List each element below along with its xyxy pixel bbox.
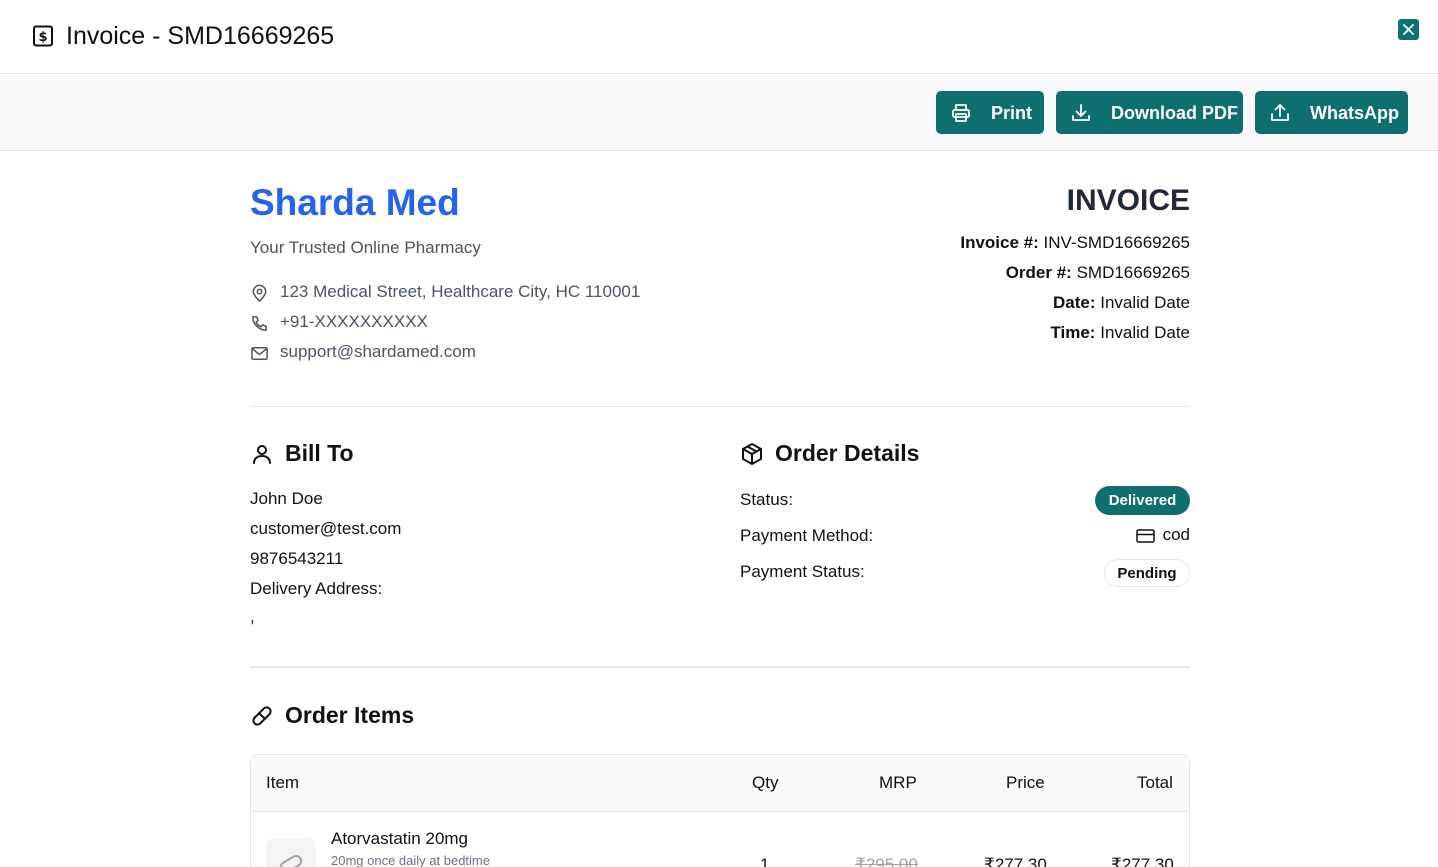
invoice-time: Time: Invalid Date bbox=[1050, 323, 1190, 343]
print-label: Print bbox=[991, 103, 1033, 123]
order-number-value: SMD16669265 bbox=[1076, 263, 1190, 282]
modal-title: Invoice - SMD16669265 bbox=[66, 22, 335, 50]
item-name: Atorvastatin 20mg bbox=[331, 829, 469, 848]
customer-name: John Doe bbox=[250, 489, 323, 508]
customer-phone: 9876543211 bbox=[250, 549, 344, 568]
column-header-total: Total bbox=[1137, 773, 1173, 792]
download-pdf-button[interactable]: Download PDF bbox=[1056, 91, 1243, 134]
payment-status-label: Payment Status: bbox=[740, 562, 865, 581]
order-number: Order #: SMD16669265 bbox=[1006, 263, 1190, 283]
invoice-heading: INVOICE bbox=[1066, 184, 1190, 217]
delivery-address-label: Delivery Address: bbox=[250, 579, 383, 598]
order-items-table: Item Qty MRP Price Total Atorvastatin 20… bbox=[250, 754, 1190, 867]
order-number-label: Order #: bbox=[1005, 263, 1072, 282]
table-header: Item Qty MRP Price Total bbox=[251, 755, 1189, 812]
invoice-modal: $ Invoice - SMD16669265 Print Download P… bbox=[0, 0, 1438, 867]
payment-method-label: Payment Method: bbox=[740, 526, 874, 545]
item-description: 20mg once daily at bedtime bbox=[331, 853, 490, 867]
section-divider bbox=[250, 666, 1190, 668]
pill-placeholder-icon bbox=[279, 855, 303, 867]
invoice-date-value: Invalid Date bbox=[1100, 293, 1190, 312]
item-mrp: ₹295.00 bbox=[855, 855, 918, 867]
pill-icon bbox=[252, 706, 272, 726]
invoice-number-label: Invoice #: bbox=[960, 233, 1039, 252]
credit-card-icon bbox=[1135, 529, 1155, 543]
download-icon bbox=[1072, 104, 1090, 121]
download-pdf-label: Download PDF bbox=[1111, 103, 1238, 123]
company-tagline: Your Trusted Online Pharmacy bbox=[250, 238, 481, 257]
company-name: Sharda Med bbox=[250, 182, 460, 223]
payment-method: cod bbox=[1135, 525, 1190, 547]
payment-status-badge: Pending bbox=[1104, 559, 1190, 587]
share-upload-icon bbox=[1271, 104, 1289, 121]
order-items-title: Order Items bbox=[285, 702, 415, 728]
print-button[interactable]: Print bbox=[936, 91, 1044, 134]
order-details-title: Order Details bbox=[775, 440, 920, 466]
invoice-date: Date: Invalid Date bbox=[1053, 293, 1190, 313]
invoice-date-label: Date: bbox=[1052, 293, 1096, 312]
item-qty: 1 bbox=[760, 855, 770, 867]
invoice-time-value: Invalid Date bbox=[1100, 323, 1190, 342]
customer-email: customer@test.com bbox=[250, 519, 402, 538]
company-address-text: 123 Medical Street, Healthcare City, HC … bbox=[280, 282, 641, 301]
product-thumbnail bbox=[266, 838, 316, 867]
printer-icon bbox=[952, 104, 970, 122]
whatsapp-label: WhatsApp bbox=[1310, 103, 1399, 123]
section-divider bbox=[250, 406, 1190, 407]
svg-text:$: $ bbox=[38, 30, 47, 45]
column-header-mrp: MRP bbox=[879, 773, 917, 792]
invoice-toolbar: Print Download PDF WhatsApp bbox=[0, 75, 1438, 151]
column-header-qty: Qty bbox=[752, 773, 779, 792]
invoice-number: Invoice #: INV-SMD16669265 bbox=[960, 233, 1190, 253]
modal-header: $ Invoice - SMD16669265 bbox=[0, 0, 1438, 74]
close-button[interactable] bbox=[1398, 19, 1419, 40]
user-icon bbox=[253, 445, 271, 464]
close-icon bbox=[1403, 24, 1414, 35]
invoice-time-label: Time: bbox=[1050, 323, 1096, 342]
company-phone-text: +91-XXXXXXXXXX bbox=[280, 312, 428, 331]
invoice-content: Sharda Med Your Trusted Online Pharmacy … bbox=[0, 151, 1438, 867]
bill-to-title: Bill To bbox=[285, 440, 354, 466]
delivery-address: , bbox=[250, 607, 255, 626]
whatsapp-button[interactable]: WhatsApp bbox=[1255, 91, 1408, 134]
invoice-number-value: INV-SMD16669265 bbox=[1043, 233, 1190, 252]
invoice-dollar-icon: $ bbox=[33, 25, 53, 47]
column-header-price: Price bbox=[1006, 773, 1045, 792]
item-price: ₹277.30 bbox=[984, 855, 1047, 867]
package-icon bbox=[742, 443, 762, 465]
status-label: Status: bbox=[740, 490, 793, 509]
item-total: ₹277.30 bbox=[1111, 855, 1174, 867]
company-email-text: support@shardamed.com bbox=[280, 342, 476, 361]
column-header-item: Item bbox=[266, 773, 300, 792]
phone-icon bbox=[252, 316, 267, 331]
map-pin-icon bbox=[252, 284, 267, 303]
mail-icon bbox=[251, 347, 268, 360]
status-badge: Delivered bbox=[1095, 486, 1190, 515]
payment-method-value: cod bbox=[1162, 525, 1190, 544]
